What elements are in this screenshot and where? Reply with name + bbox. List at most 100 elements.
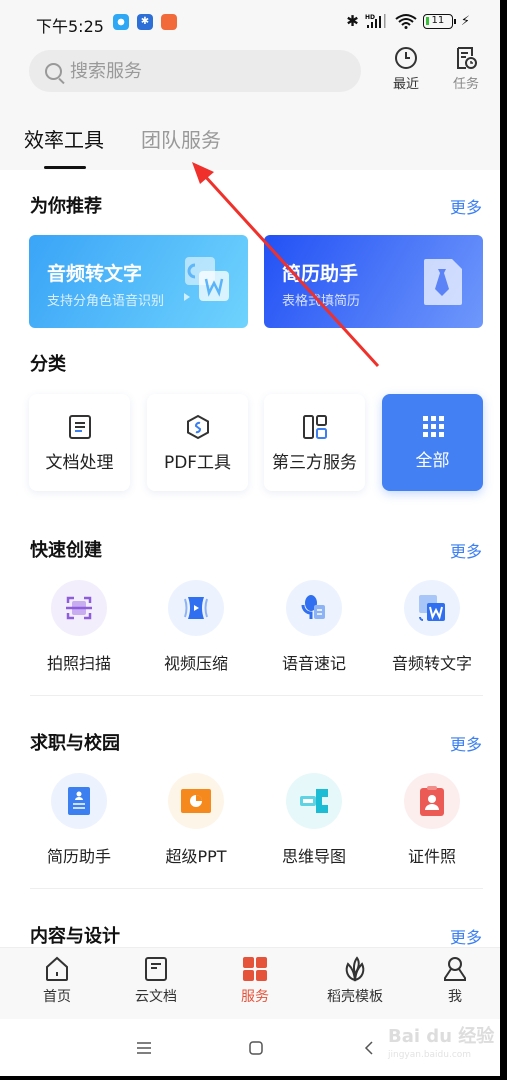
bottom-navigation: 首页 云文档 服务 稻壳模板 我	[0, 947, 500, 1019]
status-right: ✱ HD 11 ⚡	[346, 12, 470, 30]
section-title-content-design: 内容与设计	[30, 926, 120, 947]
grid-icon	[422, 416, 444, 437]
signal-icon: HD	[365, 14, 386, 28]
clock-icon	[395, 47, 417, 69]
career-more-link[interactable]: 更多	[450, 731, 482, 755]
resume-icon	[68, 787, 90, 815]
section-title-recommend: 为你推荐	[30, 196, 102, 217]
quick-item-label: 音频转文字	[391, 654, 472, 673]
banner-subtitle: 表格式填简历	[282, 294, 361, 309]
career-item-super-ppt[interactable]: 超级PPT	[141, 773, 251, 867]
section-title-category: 分类	[30, 354, 66, 375]
quick-create-more-link[interactable]: 更多	[450, 538, 482, 562]
audio-to-word-icon	[419, 595, 445, 621]
quick-item-voice-note[interactable]: 语音速记	[259, 580, 369, 674]
menu-icon[interactable]	[137, 1042, 151, 1054]
section-title-quick-create: 快速创建	[30, 540, 102, 561]
pdf-icon	[186, 414, 209, 440]
category-pdf-tools[interactable]: PDF工具	[147, 394, 248, 491]
app-screen: 下午5:25 ✱ ✱ HD 11 ⚡ 最近 任务 效率工具 团队服务 为你推荐 …	[0, 0, 500, 1076]
career-item-label: 超级PPT	[165, 847, 227, 866]
banner-subtitle: 支持分角色语音识别	[47, 294, 165, 309]
video-compress-icon	[184, 597, 208, 619]
nav-label: 首页	[43, 989, 71, 1005]
nav-label: 我	[448, 989, 462, 1005]
search-input[interactable]	[70, 60, 330, 82]
watermark: Bai du 经验	[388, 1026, 495, 1047]
watermark-url: jingyan.baidu.com	[388, 1050, 472, 1060]
section-divider	[30, 888, 483, 889]
career-item-label: 证件照	[407, 847, 456, 866]
nav-services[interactable]: 服务	[210, 956, 300, 1006]
home-icon	[46, 956, 68, 981]
career-item-id-photo[interactable]: 证件照	[377, 773, 487, 867]
profile-icon	[444, 957, 466, 981]
tasks-button[interactable]: 任务	[441, 46, 491, 92]
mindmap-icon	[300, 789, 328, 813]
category-label: 文档处理	[45, 453, 114, 473]
status-bar: 下午5:25 ✱ ✱ HD 11 ⚡	[0, 0, 500, 44]
quick-item-label: 语音速记	[281, 654, 346, 673]
recent-button[interactable]: 最近	[381, 46, 431, 92]
career-item-label: 简历助手	[46, 847, 111, 866]
category-third-party-services[interactable]: 第三方服务	[264, 394, 365, 491]
banner-resume-assistant[interactable]: 简历助手 表格式填简历	[264, 235, 483, 328]
ppt-icon	[181, 789, 211, 813]
bluetooth-icon: ✱	[346, 12, 359, 30]
battery-icon: 11	[422, 13, 456, 29]
home-button-icon[interactable]	[249, 1041, 263, 1055]
recommend-more-link[interactable]: 更多	[450, 194, 482, 218]
nav-templates[interactable]: 稻壳模板	[310, 956, 400, 1006]
nav-home[interactable]: 首页	[12, 956, 102, 1006]
content-design-more-link[interactable]: 更多	[450, 924, 482, 948]
task-icon	[457, 47, 477, 69]
quick-item-label: 拍照扫描	[46, 654, 111, 673]
status-time: 下午5:25	[36, 17, 104, 36]
quick-item-label: 视频压缩	[163, 654, 228, 673]
layout-icon	[302, 415, 327, 439]
scan-icon	[66, 596, 92, 620]
quick-item-photo-scan[interactable]: 拍照扫描	[24, 580, 134, 674]
nav-label: 服务	[241, 989, 269, 1005]
chat-app-icon	[113, 14, 129, 30]
quick-item-video-compress[interactable]: 视频压缩	[141, 580, 251, 674]
category-all[interactable]: 全部	[382, 394, 483, 491]
svg-text:HD: HD	[365, 14, 375, 21]
document-icon	[68, 415, 91, 439]
store-app-icon	[161, 14, 177, 30]
wifi-icon	[395, 14, 417, 29]
career-item-resume[interactable]: 简历助手	[24, 773, 134, 867]
section-divider	[30, 695, 483, 696]
nav-label: 稻壳模板	[327, 989, 383, 1005]
resume-tie-icon	[424, 259, 462, 305]
tab-team-services[interactable]: 团队服务	[141, 124, 221, 153]
voice-note-icon	[301, 595, 325, 619]
category-label: 第三方服务	[272, 453, 357, 473]
id-photo-icon	[420, 786, 444, 816]
category-label: PDF工具	[163, 453, 232, 473]
nav-me[interactable]: 我	[410, 956, 500, 1006]
nav-label: 云文档	[135, 989, 177, 1005]
charging-icon: ⚡	[460, 13, 470, 29]
banner-title: 简历助手	[282, 263, 359, 285]
nav-cloud-docs[interactable]: 云文档	[111, 956, 201, 1006]
career-item-label: 思维导图	[281, 847, 346, 866]
audio-to-word-icon	[184, 257, 229, 301]
banner-audio-to-text[interactable]: 音频转文字 支持分角色语音识别	[29, 235, 248, 328]
search-bar[interactable]	[29, 50, 361, 92]
template-leaf-icon	[345, 956, 365, 982]
tab-efficiency-tools[interactable]: 效率工具	[24, 124, 104, 153]
banner-title: 音频转文字	[47, 263, 143, 285]
back-icon[interactable]	[364, 1041, 374, 1055]
category-document-processing[interactable]: 文档处理	[29, 394, 130, 491]
tasks-label: 任务	[452, 77, 479, 92]
quick-item-audio-to-text[interactable]: 音频转文字	[377, 580, 487, 674]
category-label: 全部	[415, 451, 450, 471]
section-title-career: 求职与校园	[30, 733, 120, 754]
career-item-mind-map[interactable]: 思维导图	[259, 773, 369, 867]
bluetooth-app-icon: ✱	[137, 14, 153, 30]
active-tab-indicator	[44, 166, 86, 169]
search-icon	[45, 62, 62, 80]
recent-label: 最近	[392, 77, 419, 92]
services-icon	[243, 957, 267, 981]
